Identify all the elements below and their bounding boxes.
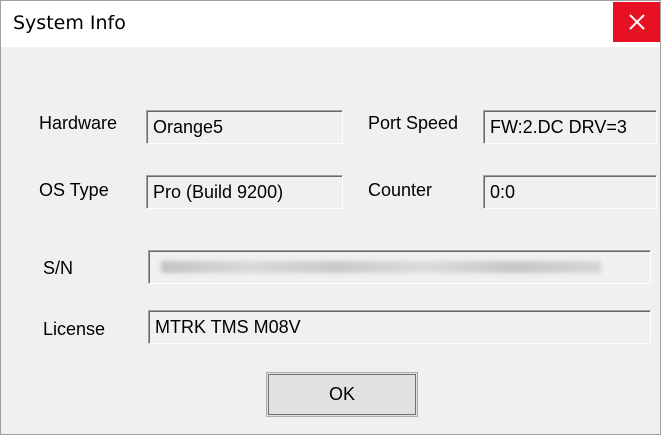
serial-number-label: S/N	[43, 258, 74, 278]
system-info-dialog: System Info Hardware Orange5 Port Speed …	[0, 0, 661, 435]
close-button[interactable]	[613, 2, 660, 42]
dialog-body: Hardware Orange5 Port Speed FW:2.DC DRV=…	[1, 47, 660, 434]
os-type-label: OS Type	[39, 180, 109, 200]
window-title: System Info	[13, 12, 126, 34]
license-field[interactable]: MTRK TMS M08V	[148, 310, 651, 344]
redacted-serial-blur	[161, 261, 601, 273]
os-type-field[interactable]: Pro (Build 9200)	[146, 175, 343, 209]
port-speed-field[interactable]: FW:2.DC DRV=3	[483, 110, 657, 144]
counter-label: Counter	[368, 180, 433, 200]
ok-button[interactable]: OK	[266, 372, 418, 417]
title-bar[interactable]: System Info	[1, 1, 660, 47]
serial-number-field[interactable]	[148, 250, 651, 284]
license-label: License	[43, 319, 106, 339]
close-x-icon	[628, 14, 645, 30]
port-speed-label: Port Speed	[368, 113, 459, 133]
hardware-label: Hardware	[39, 113, 118, 133]
hardware-field[interactable]: Orange5	[146, 110, 343, 144]
counter-field[interactable]: 0:0	[483, 175, 657, 209]
